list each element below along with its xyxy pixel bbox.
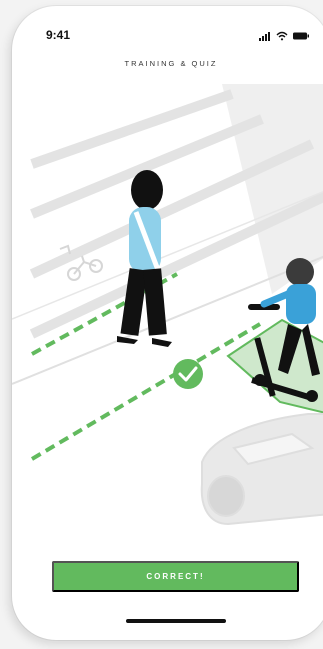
checkmark-icon <box>173 359 203 389</box>
status-bar: 9:41 <box>12 6 323 50</box>
battery-icon <box>292 28 310 46</box>
home-indicator <box>126 619 226 623</box>
page-title: TRAINING & QUIZ <box>124 59 218 68</box>
status-icons <box>258 28 310 46</box>
illustration-scene <box>12 84 323 564</box>
phone-frame: 9:41 TRAINING & QUIZ CORRECT! <box>12 6 323 640</box>
correct-button[interactable]: CORRECT! <box>52 561 299 592</box>
signal-icon <box>258 28 272 46</box>
wifi-icon <box>276 28 288 46</box>
status-time: 9:41 <box>46 28 71 42</box>
street-illustration <box>12 84 323 564</box>
